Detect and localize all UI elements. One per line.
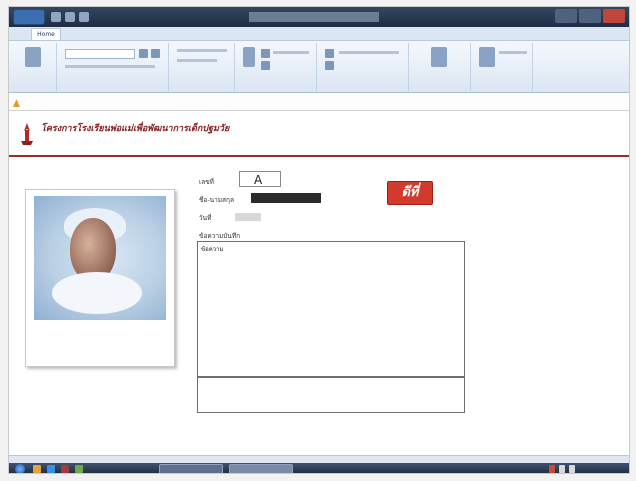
id-label: เลขที่ xyxy=(199,178,214,186)
window-icon[interactable] xyxy=(431,47,447,67)
copy-icon[interactable] xyxy=(151,49,160,58)
maximize-button[interactable] xyxy=(579,9,601,23)
font-name-select[interactable] xyxy=(65,49,135,59)
ribbon-group-font xyxy=(171,43,235,91)
ribbon xyxy=(9,41,629,93)
tray-volume-icon[interactable] xyxy=(569,465,575,473)
office-button[interactable] xyxy=(13,9,45,25)
tray-alert-icon[interactable] xyxy=(549,465,555,473)
emblem-logo-icon xyxy=(21,123,33,145)
undo-icon[interactable] xyxy=(65,12,75,22)
filter-icon[interactable] xyxy=(325,61,334,70)
remark-textarea[interactable]: ข้อความ xyxy=(197,241,465,377)
app-icon[interactable] xyxy=(75,465,83,473)
id-field[interactable]: A xyxy=(239,171,281,187)
tray-network-icon[interactable] xyxy=(559,465,565,473)
title-bar xyxy=(9,7,629,27)
tab-home[interactable]: Home xyxy=(31,28,61,40)
photo-blanket xyxy=(52,272,142,314)
ribbon-group-records xyxy=(237,43,317,91)
window-title xyxy=(249,12,379,22)
remark-label: ข้อความบันทึก xyxy=(199,232,241,240)
ribbon-group-find xyxy=(473,43,533,91)
date-field[interactable] xyxy=(235,213,261,221)
taskbar xyxy=(9,463,629,473)
bold-italic-row[interactable] xyxy=(177,49,227,52)
sort-options-row[interactable] xyxy=(339,51,399,54)
status-bar xyxy=(9,455,629,463)
taskbar-window-access[interactable] xyxy=(159,464,223,473)
new-record-icon[interactable] xyxy=(261,49,270,58)
ribbon-tab-bar: Home xyxy=(9,27,629,41)
name-label: ชื่อ-นามสกุล xyxy=(199,196,234,204)
application-window: Home โครงการโรงเรียนพ่อแม่เพื่อพัฒนาการเ… xyxy=(8,6,630,474)
print-button[interactable]: ดีที่ xyxy=(387,181,433,205)
form-header: โครงการโรงเรียนพ่อแม่เพื่อพัฒนาการเด็กปฐ… xyxy=(9,113,629,157)
refresh-icon[interactable] xyxy=(243,47,255,67)
date-label: วันที่ xyxy=(199,214,212,222)
records-row[interactable] xyxy=(273,51,309,54)
minimize-button[interactable] xyxy=(555,9,577,23)
ribbon-group-clipboard xyxy=(59,43,169,91)
alignment-row[interactable] xyxy=(177,59,217,62)
save-record-icon[interactable] xyxy=(261,61,270,70)
extra-textarea[interactable] xyxy=(197,377,465,413)
close-button[interactable] xyxy=(603,9,625,23)
form-content: เลขที่ A ชื่อ-นามสกุล วันที่ ดีที่ ข้อคว… xyxy=(9,159,629,463)
find-icon[interactable] xyxy=(479,47,495,67)
id-value: A xyxy=(254,173,263,187)
message-bar xyxy=(9,95,629,111)
font-format-row[interactable] xyxy=(65,65,155,68)
find-options-row[interactable] xyxy=(499,51,527,54)
explorer-icon[interactable] xyxy=(33,465,41,473)
child-photo xyxy=(34,196,166,320)
paste-icon[interactable] xyxy=(139,49,148,58)
tab-external-data[interactable] xyxy=(99,28,129,40)
ribbon-group-views xyxy=(13,43,57,91)
ribbon-group-sort-filter xyxy=(319,43,409,91)
taskbar-window-active[interactable] xyxy=(229,464,293,473)
redo-icon[interactable] xyxy=(79,12,89,22)
photo-card xyxy=(25,189,175,367)
warning-icon xyxy=(13,99,20,107)
tab-create[interactable] xyxy=(65,28,95,40)
media-icon[interactable] xyxy=(61,465,69,473)
view-icon[interactable] xyxy=(25,47,41,67)
browser-icon[interactable] xyxy=(47,465,55,473)
start-button[interactable] xyxy=(15,464,25,473)
sort-icon[interactable] xyxy=(325,49,334,58)
ribbon-group-window xyxy=(411,43,471,91)
save-icon[interactable] xyxy=(51,12,61,22)
tab-database-tools[interactable] xyxy=(133,28,163,40)
name-field[interactable] xyxy=(251,193,321,203)
page-title: โครงการโรงเรียนพ่อแม่เพื่อพัฒนาการเด็กปฐ… xyxy=(41,124,230,134)
